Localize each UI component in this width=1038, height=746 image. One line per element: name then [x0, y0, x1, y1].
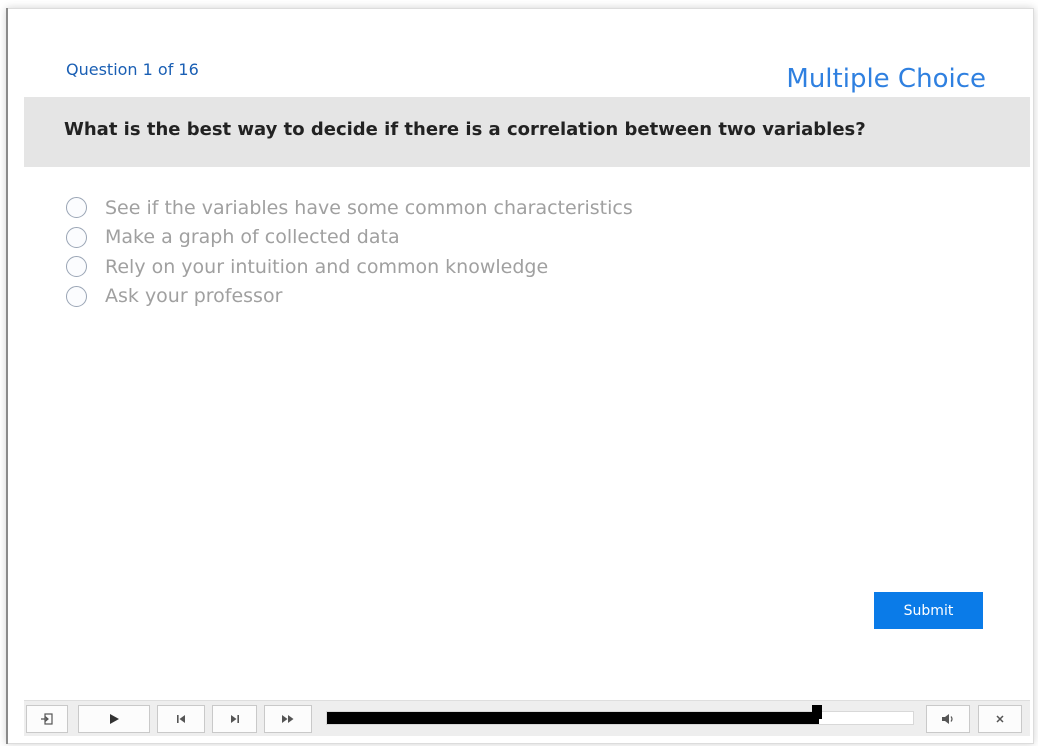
- answer-option-2[interactable]: Make a graph of collected data: [66, 223, 633, 253]
- window-edge: [6, 8, 8, 744]
- player-controls: [24, 700, 1030, 736]
- radio-button[interactable]: [66, 226, 87, 248]
- answer-options: See if the variables have some common ch…: [66, 193, 633, 311]
- progress-fill: [327, 712, 819, 724]
- answer-option-label: See if the variables have some common ch…: [105, 196, 633, 219]
- play-icon: [110, 714, 119, 724]
- answer-option-4[interactable]: Ask your professor: [66, 282, 633, 312]
- radio-button[interactable]: [66, 197, 87, 219]
- question-counter: Question 1 of 16: [66, 60, 199, 79]
- answer-option-3[interactable]: Rely on your intuition and common knowle…: [66, 252, 633, 282]
- radio-button[interactable]: [66, 256, 87, 278]
- volume-button[interactable]: [926, 705, 970, 733]
- close-button[interactable]: [978, 705, 1022, 733]
- volume-icon: [942, 714, 953, 724]
- question-text: What is the best way to decide if there …: [64, 119, 866, 140]
- skip-back-button[interactable]: [157, 705, 205, 733]
- submit-button[interactable]: Submit: [874, 592, 983, 629]
- progress-handle[interactable]: [812, 705, 822, 719]
- skip-back-icon: [177, 715, 185, 723]
- progress-bar[interactable]: [326, 711, 914, 725]
- question-bar: What is the best way to decide if there …: [24, 97, 1030, 167]
- question-type-title: Multiple Choice: [786, 64, 986, 94]
- exit-icon: [41, 713, 53, 725]
- exit-button[interactable]: [26, 705, 68, 733]
- answer-option-1[interactable]: See if the variables have some common ch…: [66, 193, 633, 223]
- answer-option-label: Rely on your intuition and common knowle…: [105, 255, 549, 278]
- play-button[interactable]: [78, 705, 150, 733]
- close-icon: [996, 715, 1004, 723]
- answer-option-label: Ask your professor: [105, 285, 283, 308]
- fast-forward-button[interactable]: [264, 705, 312, 733]
- skip-forward-icon: [230, 715, 239, 723]
- fast-forward-icon: [282, 715, 294, 723]
- radio-button[interactable]: [66, 285, 87, 307]
- answer-option-label: Make a graph of collected data: [105, 226, 400, 249]
- skip-forward-button[interactable]: [212, 705, 257, 733]
